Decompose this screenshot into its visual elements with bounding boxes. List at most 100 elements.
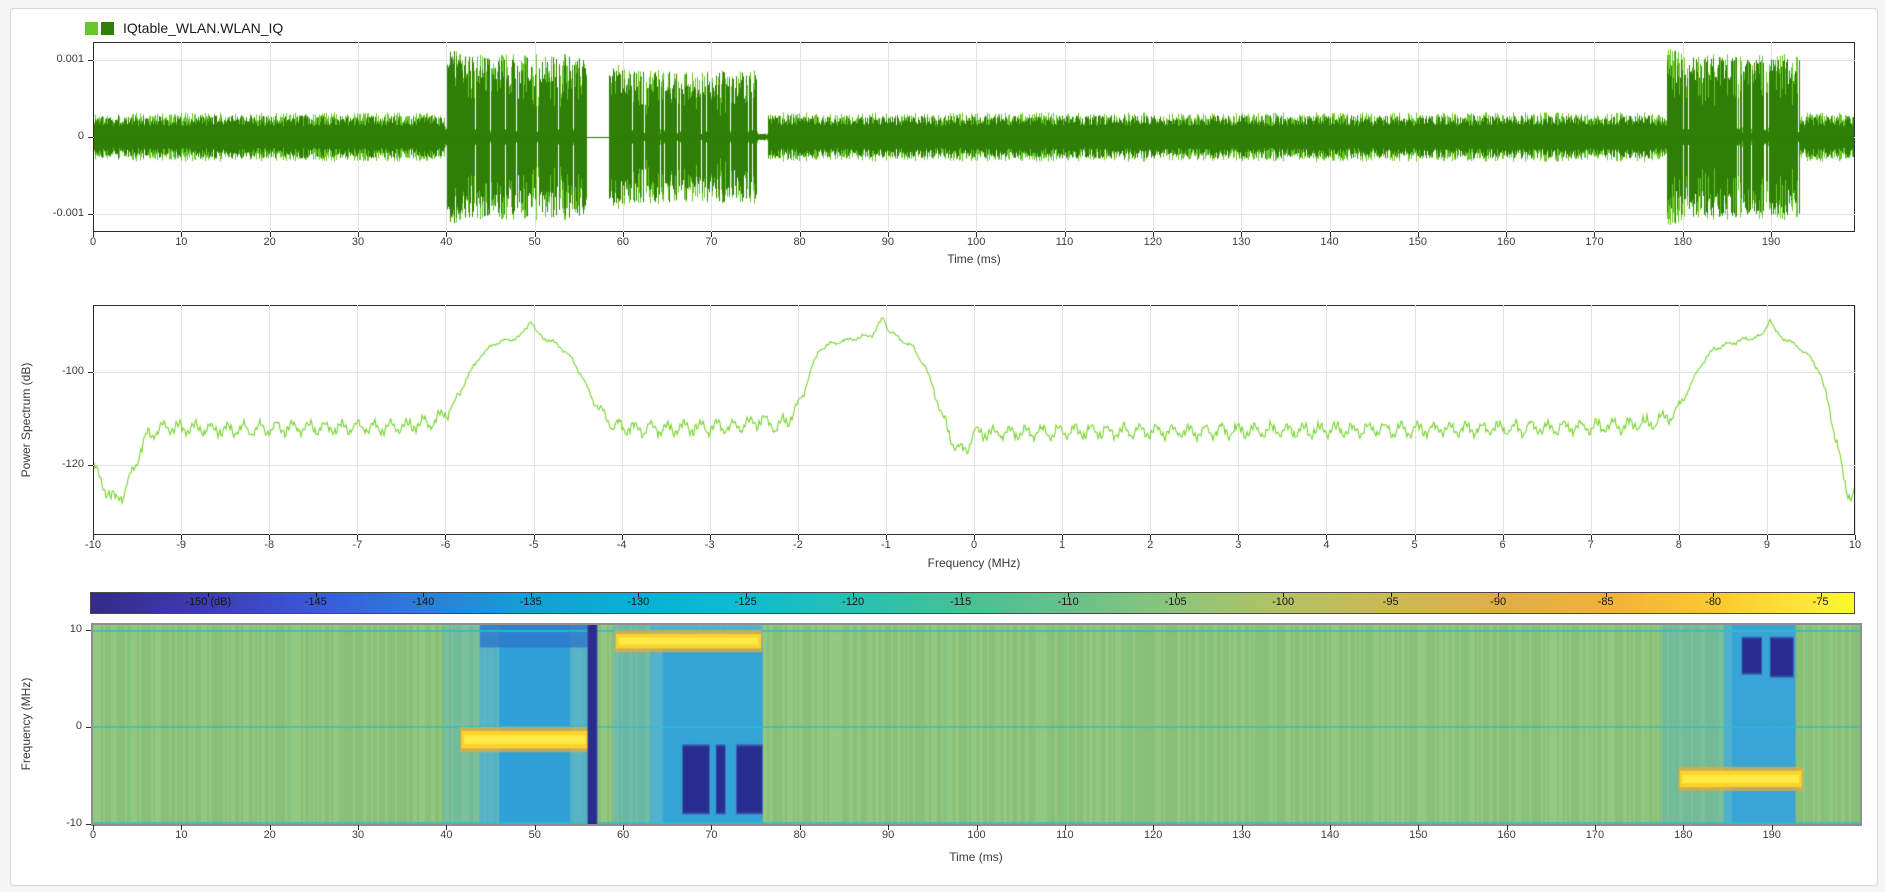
power-spectrum-axis-title: Power Spectrum (dB) (19, 362, 33, 478)
spectrogram-canvas[interactable] (93, 625, 1860, 824)
colorbar-tick-label: -120 (842, 596, 865, 608)
colorbar-tick-label: -90 (1490, 596, 1507, 608)
tick-label: 180 (1673, 236, 1692, 248)
tick-label: 120 (1143, 236, 1163, 248)
tick-label: 160 (1497, 829, 1516, 841)
tick-label: 2 (1147, 539, 1154, 551)
legend-swatch-real-icon (85, 21, 98, 35)
tick-label: 140 (1320, 236, 1339, 248)
tick-label: 30 (351, 236, 365, 248)
tick-label: 20 (263, 236, 276, 248)
tick-label: 0 (77, 130, 84, 142)
power-spectrum-canvas[interactable] (94, 306, 1854, 534)
tick-label: 6 (1499, 539, 1506, 551)
signal-analyzer-display: IQtable_WLAN.WLAN_IQ Time (ms) Power Spe… (0, 0, 1885, 892)
time-axis-title-2: Time (ms) (949, 850, 1003, 864)
tick-label: 90 (882, 829, 895, 841)
tick-label: 100 (967, 829, 986, 841)
tick-label: 130 (1232, 829, 1251, 841)
tick-label: 10 (1848, 539, 1862, 551)
tick-label: 80 (793, 829, 806, 841)
tick-label: 100 (967, 236, 986, 248)
legend[interactable]: IQtable_WLAN.WLAN_IQ (85, 20, 283, 36)
colorbar-tick-label: -115 (950, 596, 972, 608)
tick-label: -6 (440, 539, 451, 551)
tick-label: 50 (528, 829, 541, 841)
tick-label: -10 (85, 539, 101, 551)
tick-mark (88, 372, 93, 373)
colorbar-tick-label: -85 (1597, 596, 1614, 608)
tick-label: 3 (1235, 539, 1242, 551)
tick-label: -5 (528, 539, 539, 551)
tick-mark (88, 465, 93, 466)
colorbar-tick-label: -140 (412, 596, 435, 608)
colorbar-tick-label: -110 (1057, 596, 1079, 608)
tick-mark (86, 727, 91, 728)
tick-label: 10 (175, 236, 188, 248)
tick-label: 60 (616, 236, 630, 248)
tick-mark (88, 60, 93, 61)
tick-mark (86, 824, 91, 825)
tick-label: 110 (1055, 236, 1074, 248)
tick-label: -10 (66, 817, 82, 829)
tick-label: 50 (528, 236, 541, 248)
tick-label: 30 (351, 829, 365, 841)
tick-label: 170 (1585, 236, 1604, 248)
tick-label: -8 (264, 539, 275, 551)
tick-label: -2 (792, 539, 803, 551)
colorbar-tick-label: -125 (734, 596, 757, 608)
tick-label: 90 (881, 236, 895, 248)
colorbar-tick-label: -80 (1705, 596, 1722, 608)
tick-label: 0 (75, 720, 82, 732)
tick-label: 1 (1059, 539, 1066, 551)
tick-label: -120 (61, 458, 84, 470)
colorbar-tick-label: -145 (304, 596, 327, 608)
tick-label: 170 (1585, 829, 1605, 841)
colorbar[interactable] (90, 592, 1855, 614)
tick-label: 20 (263, 829, 276, 841)
tick-label: 0 (89, 829, 97, 841)
tick-label: 70 (705, 829, 718, 841)
legend-label: IQtable_WLAN.WLAN_IQ (123, 20, 284, 36)
tick-label: 190 (1761, 236, 1781, 248)
tick-label: -4 (616, 539, 627, 551)
tick-label: 150 (1408, 236, 1428, 248)
colorbar-tick-label: -130 (627, 596, 650, 608)
colorbar-tick-label: -150 (dB) (185, 596, 232, 608)
tick-label: 130 (1231, 236, 1251, 248)
colorbar-tick-label: -135 (519, 596, 542, 608)
tick-label: 40 (440, 236, 453, 248)
tick-label: 80 (793, 236, 806, 248)
tick-label: 140 (1320, 829, 1340, 841)
legend-swatch-imag-icon (101, 21, 114, 35)
tick-label: -100 (61, 365, 84, 377)
tick-label: 5 (1411, 539, 1418, 551)
tick-label: 120 (1144, 829, 1163, 841)
tick-mark (88, 214, 93, 215)
tick-label: -7 (352, 539, 363, 551)
time-waveform-canvas[interactable] (94, 43, 1854, 231)
tick-label: 180 (1674, 829, 1693, 841)
tick-label: -9 (176, 539, 186, 551)
tick-label: 60 (616, 829, 630, 841)
tick-label: 10 (175, 829, 188, 841)
grid-line (1855, 305, 1856, 535)
tick-label: 4 (1323, 539, 1330, 551)
tick-label: 8 (1675, 539, 1682, 551)
tick-label: 110 (1056, 829, 1074, 841)
tick-label: 40 (440, 829, 453, 841)
colorbar-tick-label: -105 (1164, 596, 1187, 608)
colorbar-tick-label: -100 (1272, 596, 1295, 608)
spectrogram-freq-axis-title: Frequency (MHz) (19, 677, 33, 771)
colorbar-tick-label: -95 (1382, 596, 1399, 608)
tick-label: 0.001 (56, 53, 84, 65)
tick-mark (88, 137, 93, 138)
tick-label: 0 (970, 539, 978, 551)
tick-label: 9 (1763, 539, 1770, 551)
tick-label: 190 (1762, 829, 1781, 841)
tick-label: -3 (704, 539, 715, 551)
tick-label: 70 (705, 236, 718, 248)
tick-label: 0 (89, 236, 97, 248)
frequency-axis-title: Frequency (MHz) (927, 556, 1021, 570)
colorbar-tick-label: -75 (1812, 596, 1829, 608)
